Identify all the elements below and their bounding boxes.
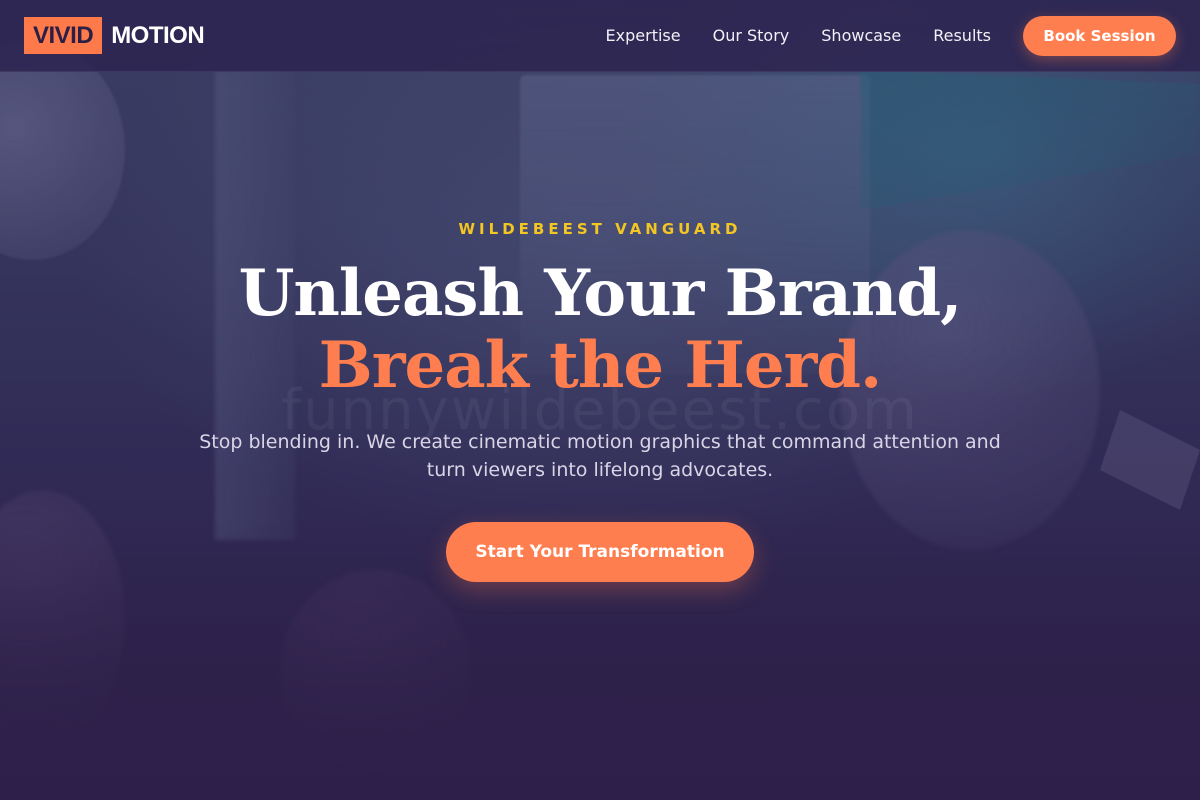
- hero-headline: Unleash Your Brand, Break the Herd.: [0, 258, 1200, 402]
- nav-link-expertise[interactable]: Expertise: [606, 26, 681, 45]
- book-session-button[interactable]: Book Session: [1023, 15, 1176, 56]
- nav-link-our-story[interactable]: Our Story: [713, 26, 790, 45]
- site-header: VIVID MOTION Expertise Our Story Showcas…: [0, 0, 1200, 72]
- logo-text: MOTION: [111, 21, 205, 49]
- landing-page: funnywildebeest.com VIVID MOTION Experti…: [0, 0, 1200, 800]
- brand-logo[interactable]: VIVID MOTION: [24, 17, 205, 54]
- main-nav: Expertise Our Story Showcase Results: [606, 26, 991, 45]
- logo-box: VIVID: [24, 17, 103, 54]
- hero-section: WILDEBEEST VANGUARD Unleash Your Brand, …: [0, 0, 1200, 800]
- hero-eyebrow: WILDEBEEST VANGUARD: [458, 220, 742, 238]
- nav-link-showcase[interactable]: Showcase: [821, 26, 901, 45]
- headline-line-1: Unleash Your Brand,: [238, 256, 963, 331]
- hero-subtext: Stop blending in. We create cinematic mo…: [199, 431, 1001, 481]
- start-transformation-button[interactable]: Start Your Transformation: [446, 522, 754, 582]
- nav-link-results[interactable]: Results: [933, 26, 991, 45]
- headline-line-2: Break the Herd.: [318, 328, 883, 403]
